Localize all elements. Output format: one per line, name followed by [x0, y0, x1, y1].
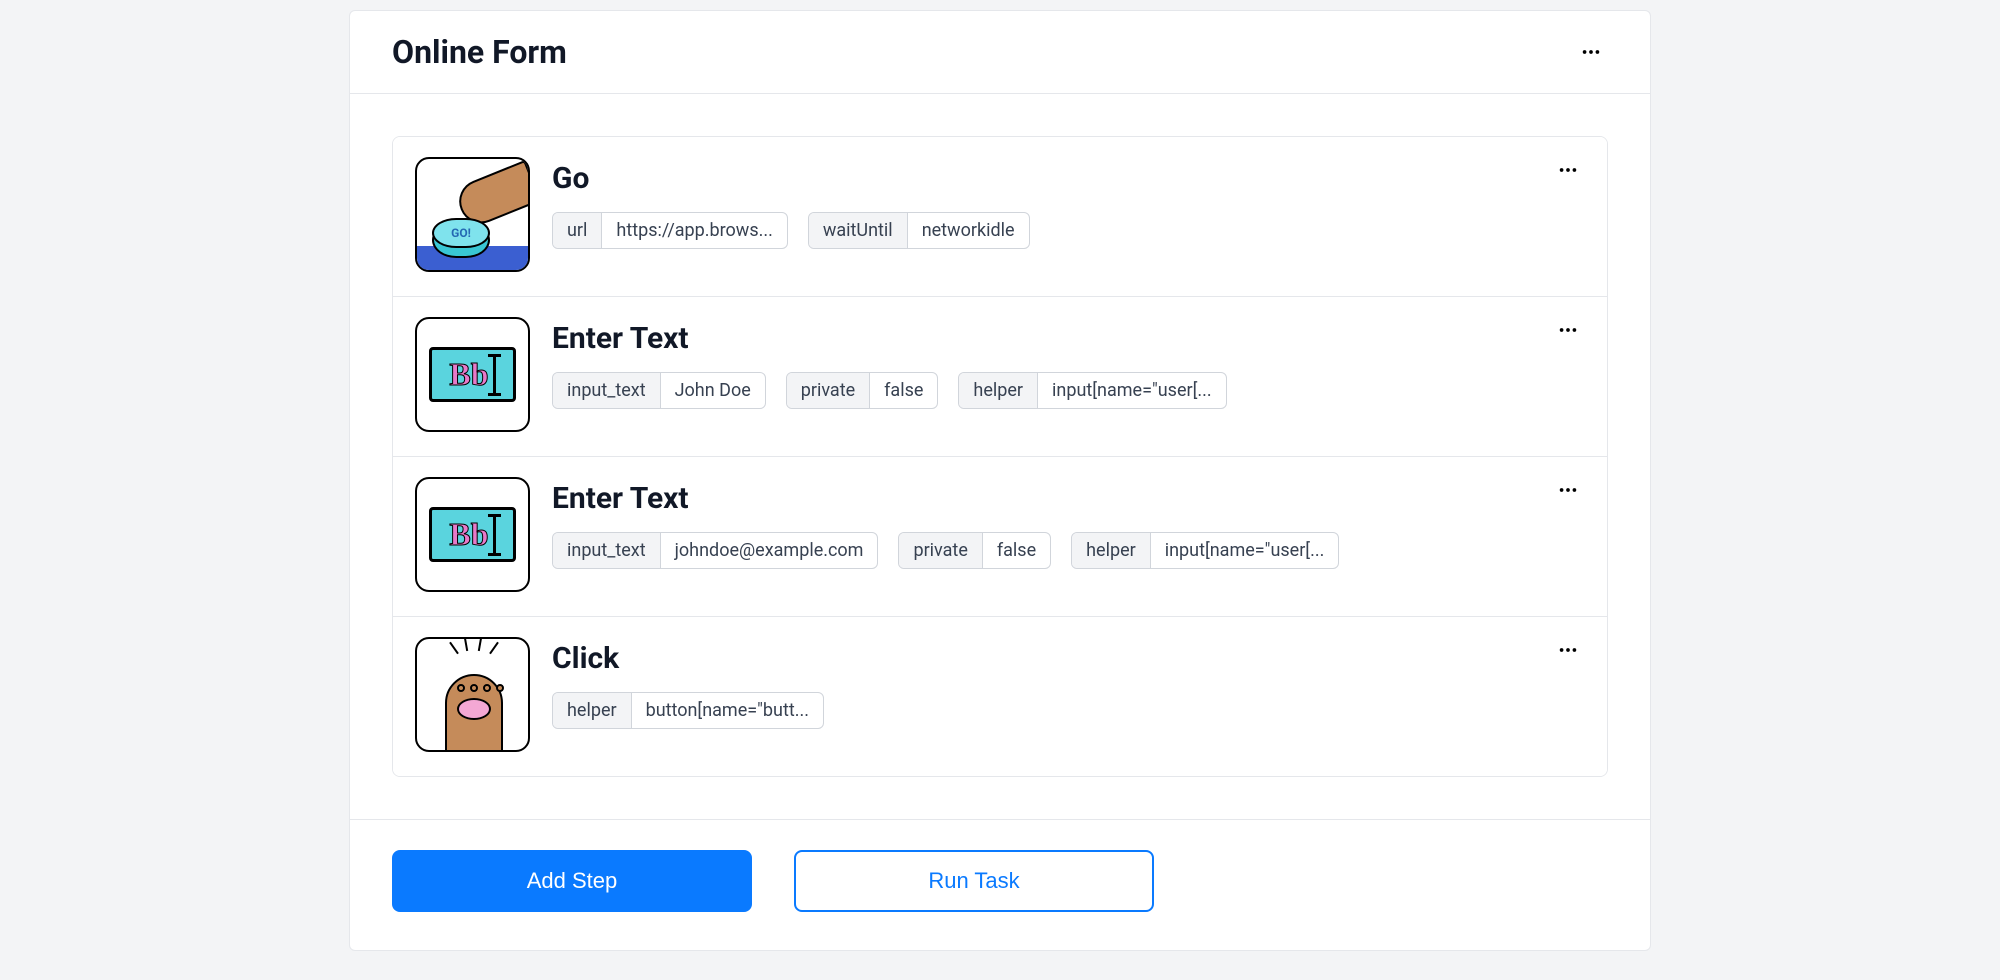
- param-tags: input_text John Doe private false helper…: [552, 372, 1585, 409]
- step-more-button[interactable]: [1551, 633, 1585, 667]
- param-key: input_text: [553, 533, 661, 568]
- param-value: false: [870, 373, 937, 408]
- param-value: John Doe: [661, 373, 765, 408]
- more-horizontal-icon: [1557, 479, 1579, 501]
- param-tag: helper button[name="butt...: [552, 692, 824, 729]
- panel-more-button[interactable]: [1574, 35, 1608, 69]
- more-horizontal-icon: [1557, 319, 1579, 341]
- param-tag: helper input[name="user[...: [958, 372, 1226, 409]
- param-key: waitUntil: [809, 213, 908, 248]
- step-content: Go url https://app.brows... waitUntil ne…: [552, 157, 1585, 249]
- step-content: Click helper button[name="butt...: [552, 637, 1585, 729]
- param-tag: input_text John Doe: [552, 372, 766, 409]
- param-key: helper: [1072, 533, 1151, 568]
- param-key: input_text: [553, 373, 661, 408]
- param-key: url: [553, 213, 602, 248]
- step-title: Enter Text: [552, 481, 1585, 516]
- step-row[interactable]: GO! Go url https://app.brows... waitUnti…: [393, 137, 1607, 296]
- step-icon: Bb: [415, 477, 530, 592]
- more-horizontal-icon: [1557, 639, 1579, 661]
- step-title: Enter Text: [552, 321, 1585, 356]
- param-value: johndoe@example.com: [661, 533, 878, 568]
- step-icon: Bb: [415, 317, 530, 432]
- param-tags: input_text johndoe@example.com private f…: [552, 532, 1585, 569]
- add-step-button[interactable]: Add Step: [392, 850, 752, 912]
- step-more-button[interactable]: [1551, 153, 1585, 187]
- step-content: Enter Text input_text John Doe private f…: [552, 317, 1585, 409]
- param-key: private: [899, 533, 982, 568]
- param-tag: helper input[name="user[...: [1071, 532, 1339, 569]
- param-key: private: [787, 373, 870, 408]
- panel-body: GO! Go url https://app.brows... waitUnti…: [350, 94, 1650, 820]
- step-more-button[interactable]: [1551, 313, 1585, 347]
- steps-list: GO! Go url https://app.brows... waitUnti…: [392, 136, 1608, 777]
- param-tag: private false: [786, 372, 939, 409]
- step-title: Go: [552, 161, 1585, 196]
- go-icon: GO!: [417, 159, 528, 270]
- more-horizontal-icon: [1580, 41, 1602, 63]
- step-row[interactable]: Bb Enter Text input_text johndoe@example…: [393, 456, 1607, 616]
- param-tag: input_text johndoe@example.com: [552, 532, 878, 569]
- param-value: button[name="butt...: [632, 693, 823, 728]
- param-key: helper: [959, 373, 1038, 408]
- panel-footer: Add Step Run Task: [350, 820, 1650, 950]
- step-content: Enter Text input_text johndoe@example.co…: [552, 477, 1585, 569]
- param-value: input[name="user[...: [1038, 373, 1226, 408]
- param-value: networkidle: [908, 213, 1029, 248]
- param-tags: helper button[name="butt...: [552, 692, 1585, 729]
- panel-header: Online Form: [350, 11, 1650, 94]
- step-title: Click: [552, 641, 1585, 676]
- page-title: Online Form: [392, 33, 567, 71]
- param-tags: url https://app.brows... waitUntil netwo…: [552, 212, 1585, 249]
- step-row[interactable]: Bb Enter Text input_text John Doe privat…: [393, 296, 1607, 456]
- param-value: false: [983, 533, 1050, 568]
- param-tag: waitUntil networkidle: [808, 212, 1030, 249]
- param-value: input[name="user[...: [1151, 533, 1339, 568]
- step-row[interactable]: Click helper button[name="butt...: [393, 616, 1607, 776]
- step-icon: [415, 637, 530, 752]
- param-tag: url https://app.brows...: [552, 212, 788, 249]
- step-more-button[interactable]: [1551, 473, 1585, 507]
- param-key: helper: [553, 693, 632, 728]
- task-panel: Online Form GO! Go url https://app.brows…: [349, 10, 1651, 951]
- run-task-button[interactable]: Run Task: [794, 850, 1154, 912]
- more-horizontal-icon: [1557, 159, 1579, 181]
- param-value: https://app.brows...: [602, 213, 786, 248]
- param-tag: private false: [898, 532, 1051, 569]
- step-icon: GO!: [415, 157, 530, 272]
